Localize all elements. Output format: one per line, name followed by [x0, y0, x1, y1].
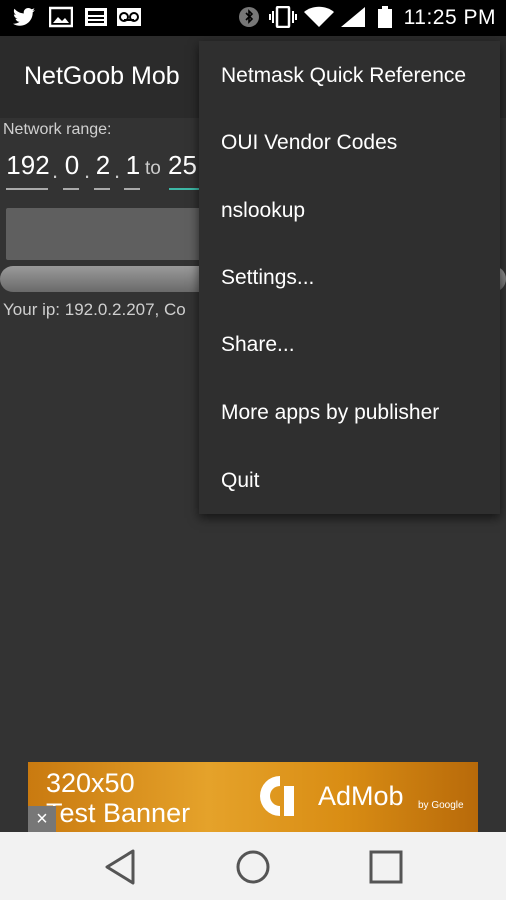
status-bar: 11:25 PM [0, 0, 506, 36]
recents-icon[interactable] [361, 842, 411, 892]
ad-line-2: Test Banner [46, 798, 191, 828]
to-octet-1-field[interactable]: 25 [168, 150, 202, 181]
image-icon [49, 6, 73, 28]
ad-line-1: 320x50 [46, 768, 135, 798]
signal-icon [341, 7, 365, 27]
admob-brand: AdMob [318, 781, 404, 811]
ad-close-button[interactable]: × [28, 806, 56, 832]
voicemail-icon [117, 8, 141, 26]
menu-item-label: OUI Vendor Codes [221, 131, 398, 154]
octet-4-field[interactable]: 1 [123, 150, 143, 181]
menu-item-nslookup[interactable]: nslookup [199, 178, 500, 245]
admob-by-google: by Google [418, 800, 464, 811]
menu-item-label: More apps by publisher [221, 401, 440, 424]
menu-item-label: Settings... [221, 266, 315, 289]
octet-2-field[interactable]: 0 [62, 150, 82, 181]
scan-button[interactable] [6, 208, 206, 260]
octet-separator: . [114, 158, 121, 183]
ad-banner[interactable]: 320x50 Test Banner AdMob by Google × [28, 762, 478, 832]
menu-item-netmask-reference[interactable]: Netmask Quick Reference [199, 43, 500, 110]
octet-4-underline [124, 188, 140, 190]
octet-2-underline [63, 188, 79, 190]
menu-item-settings[interactable]: Settings... [199, 245, 500, 312]
navigation-bar [0, 832, 506, 900]
your-ip-text: Your ip: 192.0.2.207, Co [3, 300, 186, 319]
menu-item-label: Share... [221, 333, 295, 356]
octet-3-field[interactable]: 2 [93, 150, 113, 181]
octet-1-underline [6, 188, 48, 190]
overflow-menu: Netmask Quick Reference OUI Vendor Codes… [199, 41, 500, 514]
bluetooth-icon [239, 7, 259, 27]
octet-separator: . [84, 158, 91, 183]
octet-1-field[interactable]: 192 [6, 150, 50, 181]
close-icon: × [36, 808, 48, 830]
wifi-icon [304, 6, 334, 27]
twitter-icon [13, 8, 35, 26]
octet-3-underline [94, 188, 110, 190]
menu-item-label: Quit [221, 469, 260, 492]
menu-item-label: Netmask Quick Reference [221, 64, 467, 87]
home-icon[interactable] [228, 842, 278, 892]
to-octet-1-underline [169, 188, 201, 190]
network-range-label: Network range: [3, 121, 112, 138]
menu-item-quit[interactable]: Quit [199, 448, 500, 515]
menu-item-share[interactable]: Share... [199, 312, 500, 379]
news-icon [85, 8, 107, 26]
menu-item-oui-vendor-codes[interactable]: OUI Vendor Codes [199, 110, 500, 177]
menu-item-more-apps[interactable]: More apps by publisher [199, 380, 500, 447]
menu-item-label: nslookup [221, 199, 306, 222]
vibrate-icon [269, 6, 297, 28]
battery-icon [378, 6, 392, 28]
to-label: to [145, 158, 161, 179]
admob-logo-icon [260, 776, 294, 816]
app-title: NetGoob Mob [24, 62, 180, 90]
status-time: 11:25 PM [403, 6, 496, 29]
back-icon[interactable] [95, 842, 145, 892]
octet-separator: . [52, 158, 59, 183]
